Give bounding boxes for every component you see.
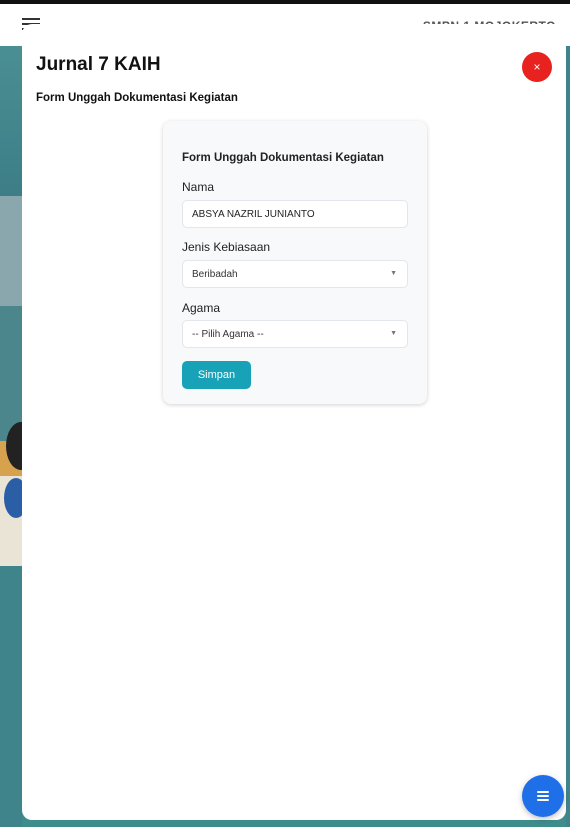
close-icon: ×	[533, 60, 541, 74]
save-button[interactable]: Simpan	[182, 361, 251, 389]
modal-subtitle: Form Unggah Dokumentasi Kegiatan	[36, 92, 238, 104]
journal-modal: Jurnal 7 KAIH × Form Unggah Dokumentasi …	[22, 24, 566, 820]
chevron-down-icon: ▼	[390, 270, 397, 277]
agama-label: Agama	[182, 301, 221, 315]
agama-select[interactable]: -- Pilih Agama -- ▼	[182, 320, 408, 348]
nama-input[interactable]	[182, 200, 408, 228]
modal-title: Jurnal 7 KAIH	[36, 54, 161, 75]
floating-menu-button[interactable]	[522, 775, 564, 817]
close-button[interactable]: ×	[522, 52, 552, 82]
upload-form-card: Form Unggah Dokumentasi Kegiatan Nama Je…	[163, 121, 427, 404]
menu-icon	[537, 790, 549, 802]
background-content-right	[566, 46, 570, 827]
jenis-kebiasaan-label: Jenis Kebiasaan	[182, 240, 271, 254]
chevron-down-icon: ▼	[390, 330, 397, 337]
jenis-kebiasaan-select[interactable]: Beribadah ▼	[182, 260, 408, 288]
agama-value: -- Pilih Agama --	[192, 329, 264, 340]
jenis-kebiasaan-value: Beribadah	[192, 269, 238, 280]
form-title: Form Unggah Dokumentasi Kegiatan	[182, 152, 384, 164]
nama-label: Nama	[182, 180, 215, 194]
